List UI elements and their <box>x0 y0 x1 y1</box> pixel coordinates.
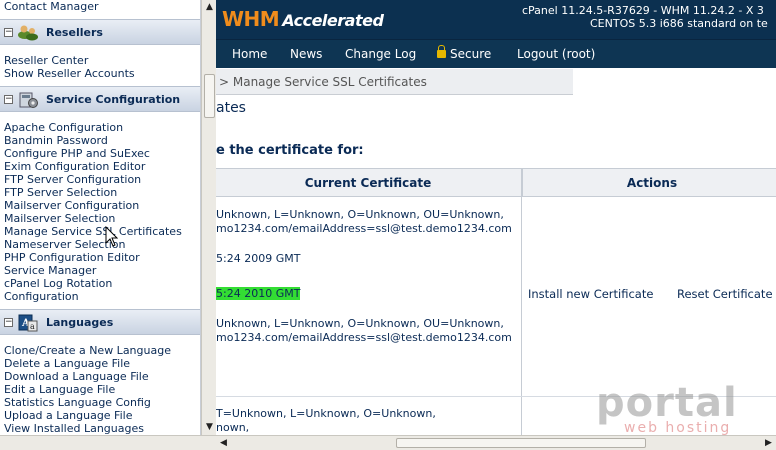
certificates-table: Current Certificate Actions Unknown, L=U… <box>216 168 776 435</box>
menu-link-bandmin-password[interactable]: Bandmin Password <box>0 134 200 147</box>
menu-link-view-installed-languages[interactable]: View Installed Languages <box>0 422 200 435</box>
service-configuration-links: Apache Configuration Bandmin Password Co… <box>0 121 200 303</box>
reset-certificate-link[interactable]: Reset Certificate <box>677 287 773 301</box>
column-header-current-certificate: Current Certificate <box>216 168 522 197</box>
menu-link-php-configuration-editor[interactable]: PHP Configuration Editor <box>0 251 200 264</box>
menu-link-upload-language-file[interactable]: Upload a Language File <box>0 409 200 422</box>
menu-link-cpanel-log-rotation[interactable]: cPanel Log Rotation <box>0 277 200 290</box>
resellers-links: Reseller Center Show Reseller Accounts <box>0 54 200 80</box>
cert-next-subject-cont: nown, <box>216 421 250 434</box>
install-new-certificate-link[interactable]: Install new Certificate <box>528 287 653 301</box>
menu-link-clone-create-language[interactable]: Clone/Create a New Language <box>0 344 200 357</box>
page-title: ates <box>216 100 246 116</box>
section-header-resellers[interactable]: − Resellers <box>0 19 200 45</box>
service-config-icon <box>19 92 38 108</box>
lock-icon <box>437 45 446 58</box>
menu-link-statistics-language-config[interactable]: Statistics Language Config <box>0 396 200 409</box>
cert-subject-email: mo1234.com/emailAddress=ssl@test.demo123… <box>216 222 512 235</box>
scrollbar-thumb[interactable] <box>204 74 215 118</box>
nav-logout[interactable]: Logout (root) <box>517 47 595 61</box>
top-navigation: Home News Change Log Secure Logout (root… <box>216 40 776 68</box>
scroll-up-arrow-icon[interactable]: ▲ <box>202 0 217 15</box>
resellers-icon <box>18 25 38 41</box>
section-title: Service Configuration <box>46 93 181 106</box>
left-menu-scrollbar[interactable]: ▲ ▼ <box>201 0 217 435</box>
scroll-right-arrow-icon[interactable]: ▶ <box>761 436 776 450</box>
breadcrumb: > Manage Service SSL Certificates <box>216 69 573 95</box>
languages-links: Clone/Create a New Language Delete a Lan… <box>0 344 200 435</box>
horizontal-scrollbar[interactable]: ◀ ▶ <box>216 435 776 450</box>
version-info: cPanel 11.24.5-R37629 - WHM 11.24.2 - X … <box>522 4 764 17</box>
whm-logo: WHM Accelerated <box>222 7 384 31</box>
menu-link-reseller-center[interactable]: Reseller Center <box>0 54 200 67</box>
cert-issuer-line: Unknown, L=Unknown, O=Unknown, OU=Unknow… <box>216 317 504 330</box>
section-header-languages[interactable]: − A a Languages <box>0 309 200 335</box>
menu-link-log-rotation-configuration[interactable]: Configuration <box>0 290 200 303</box>
menu-link-download-language-file[interactable]: Download a Language File <box>0 370 200 383</box>
collapse-toggle-icon[interactable]: − <box>4 28 13 37</box>
cert-issuer-email: mo1234.com/emailAddress=ssl@test.demo123… <box>216 331 512 344</box>
scroll-left-arrow-icon[interactable]: ◀ <box>216 436 231 450</box>
nav-news[interactable]: News <box>290 47 322 61</box>
nav-home[interactable]: Home <box>232 47 267 61</box>
main-content-frame: WHM Accelerated cPanel 11.24.5-R37629 - W… <box>216 0 776 435</box>
menu-link-mailserver-configuration[interactable]: Mailserver Configuration <box>0 199 200 212</box>
collapse-toggle-icon[interactable]: − <box>4 318 13 327</box>
menu-link-ftp-server-selection[interactable]: FTP Server Selection <box>0 186 200 199</box>
server-info: CENTOS 5.3 i686 standard on te <box>590 17 768 30</box>
section-title: Languages <box>46 316 114 329</box>
collapse-toggle-icon[interactable]: − <box>4 95 13 104</box>
cert-not-before: 5:24 2009 GMT <box>216 252 301 265</box>
cert-not-after: 5:24 2010 GMT <box>216 287 301 300</box>
menu-link-edit-language-file[interactable]: Edit a Language File <box>0 383 200 396</box>
whm-header: WHM Accelerated cPanel 11.24.5-R37629 - W… <box>216 0 776 40</box>
left-menu-frame: Contact Manager − Resellers Reseller Cen… <box>0 0 201 435</box>
menu-link-contact-manager[interactable]: Contact Manager <box>0 0 99 13</box>
menu-link-delete-language-file[interactable]: Delete a Language File <box>0 357 200 370</box>
nav-secure[interactable]: Secure <box>437 45 491 61</box>
svg-text:a: a <box>30 322 35 331</box>
nav-change-log[interactable]: Change Log <box>345 47 416 61</box>
menu-link-service-manager[interactable]: Service Manager <box>0 264 200 277</box>
column-header-actions: Actions <box>522 168 776 197</box>
scroll-down-arrow-icon[interactable]: ▼ <box>202 420 217 435</box>
left-frame-bottom-bar <box>0 435 216 450</box>
section-title: Resellers <box>46 26 103 39</box>
menu-link-exim-configuration-editor[interactable]: Exim Configuration Editor <box>0 160 200 173</box>
row-divider <box>216 396 776 397</box>
cert-subject-line: Unknown, L=Unknown, O=Unknown, OU=Unknow… <box>216 208 504 221</box>
menu-link-show-reseller-accounts[interactable]: Show Reseller Accounts <box>0 67 200 80</box>
menu-link-configure-php-suexec[interactable]: Configure PHP and SuExec <box>0 147 200 160</box>
languages-icon: A a <box>18 314 38 332</box>
cert-next-subject: T=Unknown, L=Unknown, O=Unknown, <box>216 407 436 420</box>
mouse-pointer-icon <box>105 226 118 247</box>
section-header-service-configuration[interactable]: − Service Configuration <box>0 86 200 112</box>
menu-link-manage-service-ssl-certificates[interactable]: Manage Service SSL Certificates <box>0 225 200 238</box>
horizontal-scrollbar-thumb[interactable] <box>396 438 646 448</box>
certificate-prompt: e the certificate for: <box>216 143 364 158</box>
menu-link-mailserver-selection[interactable]: Mailserver Selection <box>0 212 200 225</box>
menu-link-apache-configuration[interactable]: Apache Configuration <box>0 121 200 134</box>
menu-link-ftp-server-configuration[interactable]: FTP Server Configuration <box>0 173 200 186</box>
expiry-highlight: 5:24 2010 GMT <box>216 287 301 300</box>
menu-link-nameserver-selection[interactable]: Nameserver Selection <box>0 238 200 251</box>
column-divider <box>521 197 522 435</box>
